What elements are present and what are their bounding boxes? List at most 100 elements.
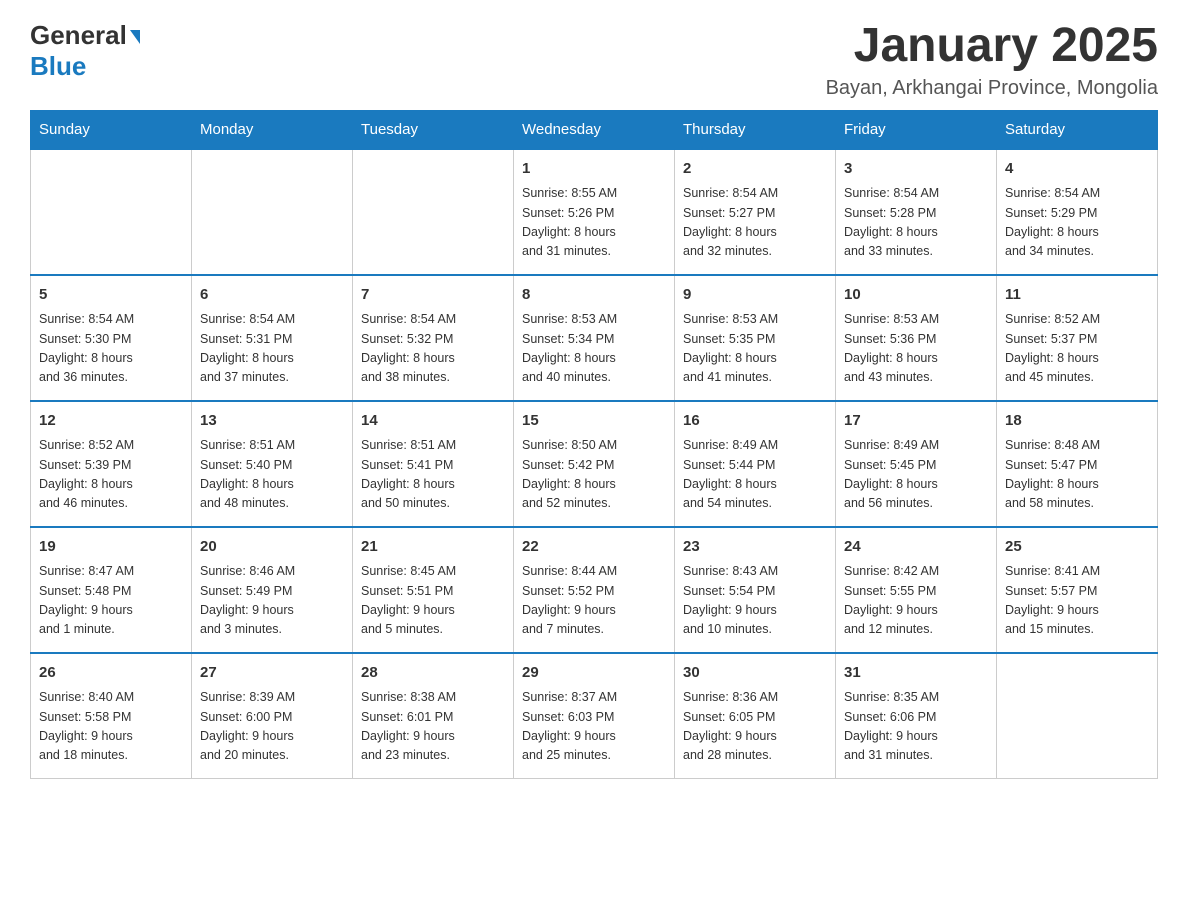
day-info: Sunrise: 8:54 AM Sunset: 5:31 PM Dayligh… [200, 310, 344, 388]
calendar-cell [192, 149, 353, 275]
day-info: Sunrise: 8:53 AM Sunset: 5:34 PM Dayligh… [522, 310, 666, 388]
day-number: 29 [522, 662, 666, 685]
day-info: Sunrise: 8:48 AM Sunset: 5:47 PM Dayligh… [1005, 436, 1149, 514]
day-number: 7 [361, 284, 505, 307]
logo-general: General [30, 20, 127, 51]
calendar-header-row: SundayMondayTuesdayWednesdayThursdayFrid… [31, 110, 1158, 149]
day-info: Sunrise: 8:54 AM Sunset: 5:30 PM Dayligh… [39, 310, 183, 388]
calendar-cell: 17Sunrise: 8:49 AM Sunset: 5:45 PM Dayli… [836, 401, 997, 527]
day-info: Sunrise: 8:40 AM Sunset: 5:58 PM Dayligh… [39, 688, 183, 766]
day-number: 12 [39, 410, 183, 433]
calendar-cell [997, 653, 1158, 779]
calendar-cell: 7 Sunrise: 8:54 AM Sunset: 5:32 PM Daylig… [353, 275, 514, 401]
day-number: 5 [39, 284, 183, 307]
day-info: Sunrise: 8:52 AM Sunset: 5:39 PM Dayligh… [39, 436, 183, 514]
day-info: Sunrise: 8:52 AM Sunset: 5:37 PM Dayligh… [1005, 310, 1149, 388]
page-header: General Blue January 2025 Bayan, Arkhang… [30, 20, 1158, 100]
calendar-cell: 24Sunrise: 8:42 AM Sunset: 5:55 PM Dayli… [836, 527, 997, 653]
day-number: 19 [39, 536, 183, 559]
day-info: Sunrise: 8:47 AM Sunset: 5:48 PM Dayligh… [39, 562, 183, 640]
day-info: Sunrise: 8:49 AM Sunset: 5:44 PM Dayligh… [683, 436, 827, 514]
header-thursday: Thursday [675, 110, 836, 149]
day-info: Sunrise: 8:51 AM Sunset: 5:41 PM Dayligh… [361, 436, 505, 514]
day-number: 15 [522, 410, 666, 433]
calendar-cell: 23 Sunrise: 8:43 AM Sunset: 5:54 PM Dayli… [675, 527, 836, 653]
month-title: January 2025 [826, 20, 1158, 73]
day-number: 4 [1005, 158, 1149, 181]
calendar-cell: 12 Sunrise: 8:52 AM Sunset: 5:39 PM Dayli… [31, 401, 192, 527]
header-sunday: Sunday [31, 110, 192, 149]
calendar-cell: 20 Sunrise: 8:46 AM Sunset: 5:49 PM Dayli… [192, 527, 353, 653]
calendar-cell: 26Sunrise: 8:40 AM Sunset: 5:58 PM Dayli… [31, 653, 192, 779]
header-saturday: Saturday [997, 110, 1158, 149]
day-info: Sunrise: 8:53 AM Sunset: 5:35 PM Dayligh… [683, 310, 827, 388]
location: Bayan, Arkhangai Province, Mongolia [826, 77, 1158, 100]
calendar-cell: 28 Sunrise: 8:38 AM Sunset: 6:01 PM Dayli… [353, 653, 514, 779]
calendar-cell: 3 Sunrise: 8:54 AM Sunset: 5:28 PM Daylig… [836, 149, 997, 275]
day-number: 11 [1005, 284, 1149, 307]
day-info: Sunrise: 8:36 AM Sunset: 6:05 PM Dayligh… [683, 688, 827, 766]
day-number: 21 [361, 536, 505, 559]
calendar-cell: 2Sunrise: 8:54 AM Sunset: 5:27 PM Daylig… [675, 149, 836, 275]
day-info: Sunrise: 8:46 AM Sunset: 5:49 PM Dayligh… [200, 562, 344, 640]
day-number: 14 [361, 410, 505, 433]
day-info: Sunrise: 8:54 AM Sunset: 5:28 PM Dayligh… [844, 184, 988, 262]
day-number: 22 [522, 536, 666, 559]
calendar-cell [353, 149, 514, 275]
calendar-cell: 18 Sunrise: 8:48 AM Sunset: 5:47 PM Dayli… [997, 401, 1158, 527]
day-info: Sunrise: 8:43 AM Sunset: 5:54 PM Dayligh… [683, 562, 827, 640]
header-wednesday: Wednesday [514, 110, 675, 149]
day-number: 28 [361, 662, 505, 685]
day-number: 20 [200, 536, 344, 559]
header-tuesday: Tuesday [353, 110, 514, 149]
day-number: 18 [1005, 410, 1149, 433]
day-info: Sunrise: 8:37 AM Sunset: 6:03 PM Dayligh… [522, 688, 666, 766]
calendar-week-3: 12 Sunrise: 8:52 AM Sunset: 5:39 PM Dayli… [31, 401, 1158, 527]
day-info: Sunrise: 8:54 AM Sunset: 5:29 PM Dayligh… [1005, 184, 1149, 262]
day-number: 13 [200, 410, 344, 433]
calendar-cell: 15 Sunrise: 8:50 AM Sunset: 5:42 PM Dayli… [514, 401, 675, 527]
day-number: 2 [683, 158, 827, 181]
calendar-week-1: 1Sunrise: 8:55 AM Sunset: 5:26 PM Daylig… [31, 149, 1158, 275]
day-number: 25 [1005, 536, 1149, 559]
day-info: Sunrise: 8:49 AM Sunset: 5:45 PM Dayligh… [844, 436, 988, 514]
day-info: Sunrise: 8:51 AM Sunset: 5:40 PM Dayligh… [200, 436, 344, 514]
calendar-cell: 16 Sunrise: 8:49 AM Sunset: 5:44 PM Dayli… [675, 401, 836, 527]
calendar-week-5: 26Sunrise: 8:40 AM Sunset: 5:58 PM Dayli… [31, 653, 1158, 779]
day-number: 9 [683, 284, 827, 307]
day-number: 8 [522, 284, 666, 307]
day-info: Sunrise: 8:54 AM Sunset: 5:32 PM Dayligh… [361, 310, 505, 388]
calendar-cell: 13 Sunrise: 8:51 AM Sunset: 5:40 PM Dayli… [192, 401, 353, 527]
calendar-cell: 21 Sunrise: 8:45 AM Sunset: 5:51 PM Dayli… [353, 527, 514, 653]
day-number: 23 [683, 536, 827, 559]
day-info: Sunrise: 8:45 AM Sunset: 5:51 PM Dayligh… [361, 562, 505, 640]
day-number: 27 [200, 662, 344, 685]
day-info: Sunrise: 8:35 AM Sunset: 6:06 PM Dayligh… [844, 688, 988, 766]
calendar-cell: 29 Sunrise: 8:37 AM Sunset: 6:03 PM Dayli… [514, 653, 675, 779]
day-info: Sunrise: 8:50 AM Sunset: 5:42 PM Dayligh… [522, 436, 666, 514]
day-info: Sunrise: 8:39 AM Sunset: 6:00 PM Dayligh… [200, 688, 344, 766]
day-info: Sunrise: 8:44 AM Sunset: 5:52 PM Dayligh… [522, 562, 666, 640]
calendar-cell: 9 Sunrise: 8:53 AM Sunset: 5:35 PM Daylig… [675, 275, 836, 401]
calendar-cell: 11 Sunrise: 8:52 AM Sunset: 5:37 PM Dayli… [997, 275, 1158, 401]
calendar-cell: 25Sunrise: 8:41 AM Sunset: 5:57 PM Dayli… [997, 527, 1158, 653]
day-number: 3 [844, 158, 988, 181]
calendar-cell: 4 Sunrise: 8:54 AM Sunset: 5:29 PM Daylig… [997, 149, 1158, 275]
day-info: Sunrise: 8:42 AM Sunset: 5:55 PM Dayligh… [844, 562, 988, 640]
calendar-cell: 6Sunrise: 8:54 AM Sunset: 5:31 PM Daylig… [192, 275, 353, 401]
day-info: Sunrise: 8:53 AM Sunset: 5:36 PM Dayligh… [844, 310, 988, 388]
calendar-cell: 10 Sunrise: 8:53 AM Sunset: 5:36 PM Dayli… [836, 275, 997, 401]
calendar-week-2: 5 Sunrise: 8:54 AM Sunset: 5:30 PM Daylig… [31, 275, 1158, 401]
calendar-cell: 14 Sunrise: 8:51 AM Sunset: 5:41 PM Dayli… [353, 401, 514, 527]
day-number: 10 [844, 284, 988, 307]
title-section: January 2025 Bayan, Arkhangai Province, … [826, 20, 1158, 100]
day-info: Sunrise: 8:38 AM Sunset: 6:01 PM Dayligh… [361, 688, 505, 766]
calendar-cell: 19 Sunrise: 8:47 AM Sunset: 5:48 PM Dayli… [31, 527, 192, 653]
calendar-cell: 27 Sunrise: 8:39 AM Sunset: 6:00 PM Dayli… [192, 653, 353, 779]
calendar-body: 1Sunrise: 8:55 AM Sunset: 5:26 PM Daylig… [31, 149, 1158, 779]
day-number: 31 [844, 662, 988, 685]
calendar-cell: 5 Sunrise: 8:54 AM Sunset: 5:30 PM Daylig… [31, 275, 192, 401]
day-number: 16 [683, 410, 827, 433]
calendar-cell: 22 Sunrise: 8:44 AM Sunset: 5:52 PM Dayli… [514, 527, 675, 653]
calendar-cell: 1Sunrise: 8:55 AM Sunset: 5:26 PM Daylig… [514, 149, 675, 275]
